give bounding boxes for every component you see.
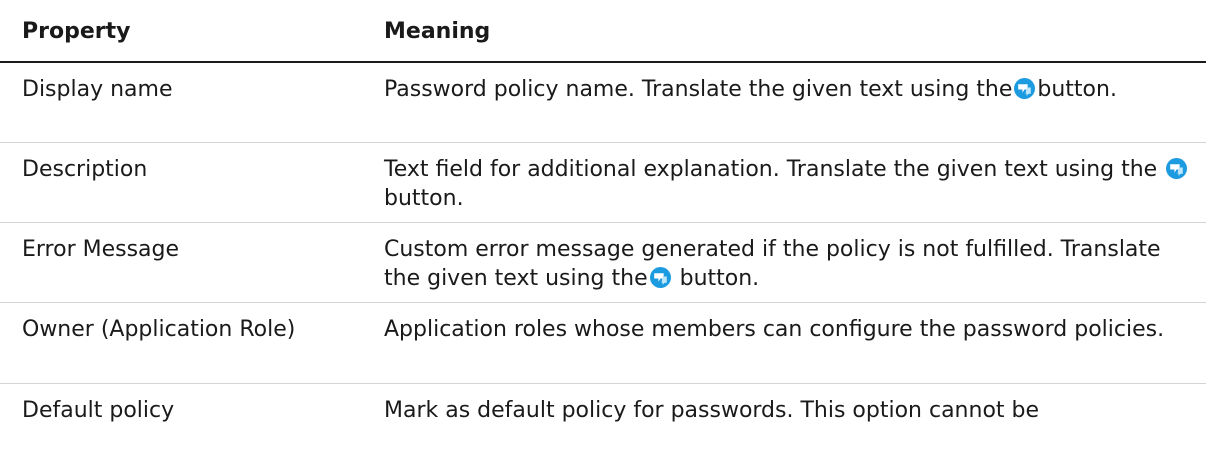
translate-icon <box>1166 158 1188 179</box>
meaning-cell: Mark as default policy for passwords. Th… <box>364 384 1206 464</box>
meaning-cell: Application roles whose members can conf… <box>364 303 1206 383</box>
meaning-cell: Text field for additional explanation. T… <box>364 143 1206 222</box>
table-row: Display name Password policy name. Trans… <box>0 63 1206 143</box>
table-header: Property Meaning <box>0 0 1206 63</box>
header-property: Property <box>22 19 131 44</box>
meaning-cell: Password policy name. Translate the give… <box>364 63 1206 142</box>
table-row: Error Message Custom error message gener… <box>0 223 1206 303</box>
meaning-text: Custom error message generated if the po… <box>384 237 1161 291</box>
meaning-text-after: button. <box>679 266 760 291</box>
property-cell: Display name <box>22 77 173 102</box>
table-row: Owner (Application Role) Application rol… <box>0 303 1206 384</box>
property-table: Property Meaning Display name Password p… <box>0 0 1206 464</box>
meaning-text-after: button. <box>1037 77 1117 102</box>
table-row: Description Text field for additional ex… <box>0 143 1206 223</box>
translate-icon <box>1014 78 1036 99</box>
meaning-text: Password policy name. Translate the give… <box>384 77 1013 102</box>
property-cell: Owner (Application Role) <box>22 317 296 342</box>
meaning-cell: Custom error message generated if the po… <box>364 223 1206 302</box>
table-row: Default policy Mark as default policy fo… <box>0 384 1206 464</box>
property-cell: Description <box>22 157 148 182</box>
meaning-text: Text field for additional explanation. T… <box>384 157 1158 182</box>
property-cell: Error Message <box>22 237 180 262</box>
header-meaning: Meaning <box>384 19 491 44</box>
meaning-text-after: button. <box>384 186 464 211</box>
property-cell: Default policy <box>22 398 175 423</box>
meaning-text: Mark as default policy for passwords. Th… <box>384 398 1040 423</box>
meaning-text: Application roles whose members can conf… <box>384 317 1165 342</box>
translate-icon <box>649 267 671 288</box>
